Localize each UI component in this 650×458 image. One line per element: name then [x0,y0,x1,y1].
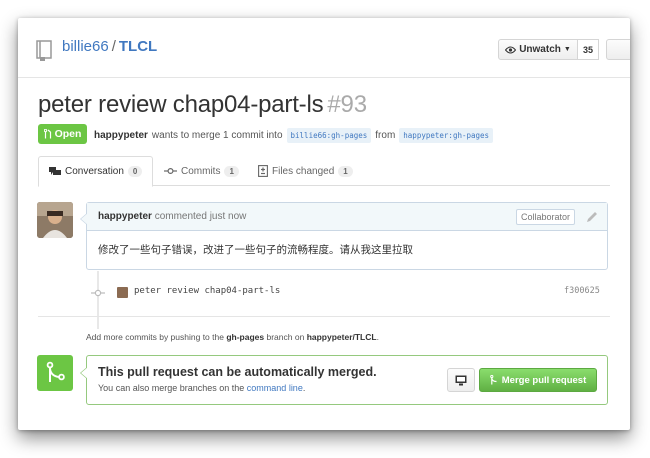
tab-files-changed-label: Files changed [272,165,335,177]
tab-commits-count: 1 [224,165,239,177]
merge-sub-prefix: You can also merge branches on the [98,383,245,393]
merge-pull-request-button[interactable]: Merge pull request [479,368,597,392]
avatar[interactable] [37,202,73,238]
pull-request-page: billie66/TLCL Unwatch ▼ 35 peter review … [18,18,630,430]
git-pull-request-icon [43,129,51,139]
commit-author-avatar[interactable] [117,287,128,298]
pr-author-link[interactable]: happypeter [94,130,148,141]
head-branch[interactable]: happypeter:gh-pages [399,128,494,143]
pr-tabs: Conversation 0 Commits 1 Files changed 1 [38,156,610,187]
comment-author-link[interactable]: happypeter [98,211,152,222]
diff-icon [258,165,268,177]
merge-box: This pull request can be automatically m… [80,355,608,405]
git-merge-icon [489,375,497,385]
comment-body: 修改了一些句子错误，改进了一些句子的流畅程度。请从我这里拉取 [98,244,413,256]
tab-conversation-count: 0 [127,166,143,177]
hint-suffix: . [376,332,379,342]
merge-sub-suffix: . [302,383,306,393]
comment-action: commented just now [154,211,247,222]
unwatch-label: Unwatch [519,44,561,55]
command-line-link[interactable]: command line [247,383,303,393]
merge-status-icon [37,355,73,391]
state-badge: Open [38,124,87,144]
git-merge-icon [46,361,65,382]
avatar-photo [37,202,73,238]
repo-owner-link[interactable]: billie66 [62,38,109,55]
watch-count[interactable]: 35 [577,39,599,60]
tab-files-changed[interactable]: Files changed 1 [258,156,353,186]
repo-name-link[interactable]: TLCL [119,38,157,55]
tab-files-changed-count: 1 [338,165,353,177]
tab-conversation[interactable]: Conversation 0 [38,156,154,187]
git-commit-icon [164,167,177,175]
collaborator-badge: Collaborator [516,209,576,225]
repo-header: billie66/TLCL Unwatch ▼ 35 [18,18,630,78]
device-desktop-icon [455,375,467,385]
hint-branch: gh-pages [226,332,265,342]
timeline-line [97,271,99,329]
tab-conversation-label: Conversation [65,166,124,177]
commit-sha-link[interactable]: f300625 [564,286,600,296]
base-branch[interactable]: billie66:gh-pages [286,128,372,143]
chevron-down-icon: ▼ [563,46,571,53]
hint-middle: branch on [266,332,305,342]
tab-commits-label: Commits [181,165,221,177]
eye-icon [505,46,517,53]
state-label: Open [54,128,82,140]
comment: happypeter commented just now Collaborat… [80,202,608,270]
from-text: from [375,130,396,141]
hint-repo: happypeter/TLCL [306,332,377,342]
pr-title: peter review chap04-part-ls #93 [38,91,367,119]
unwatch-button[interactable]: Unwatch ▼ [498,39,578,60]
merge-title: This pull request can be automatically m… [98,365,377,379]
comment-discussion-icon [49,166,61,175]
pr-meta-text: wants to merge 1 commit into [151,130,283,141]
push-hint: Add more commits by pushing to the gh-pa… [86,332,379,342]
pr-number: #93 [327,91,367,118]
hint-prefix: Add more commits by pushing to the [86,332,224,342]
repo-title: billie66/TLCL [62,38,157,55]
pr-meta: happypeter wants to merge 1 commit into … [94,128,494,143]
git-commit-icon [91,289,105,297]
pencil-icon[interactable] [585,210,599,224]
repo-icon [36,40,52,61]
comment-header: happypeter commented just now Collaborat… [87,203,607,231]
commit-message-link[interactable]: peter review chap04-part-ls [134,286,280,296]
tab-commits[interactable]: Commits 1 [164,156,239,186]
pr-title-text: peter review chap04-part-ls [38,91,324,118]
divider [38,316,610,317]
repo-separator: / [111,38,116,55]
merge-subtitle: You can also merge branches on the comma… [98,383,305,393]
merge-button-label: Merge pull request [501,374,587,386]
open-in-desktop-button[interactable] [447,368,475,392]
star-button[interactable] [606,39,630,60]
